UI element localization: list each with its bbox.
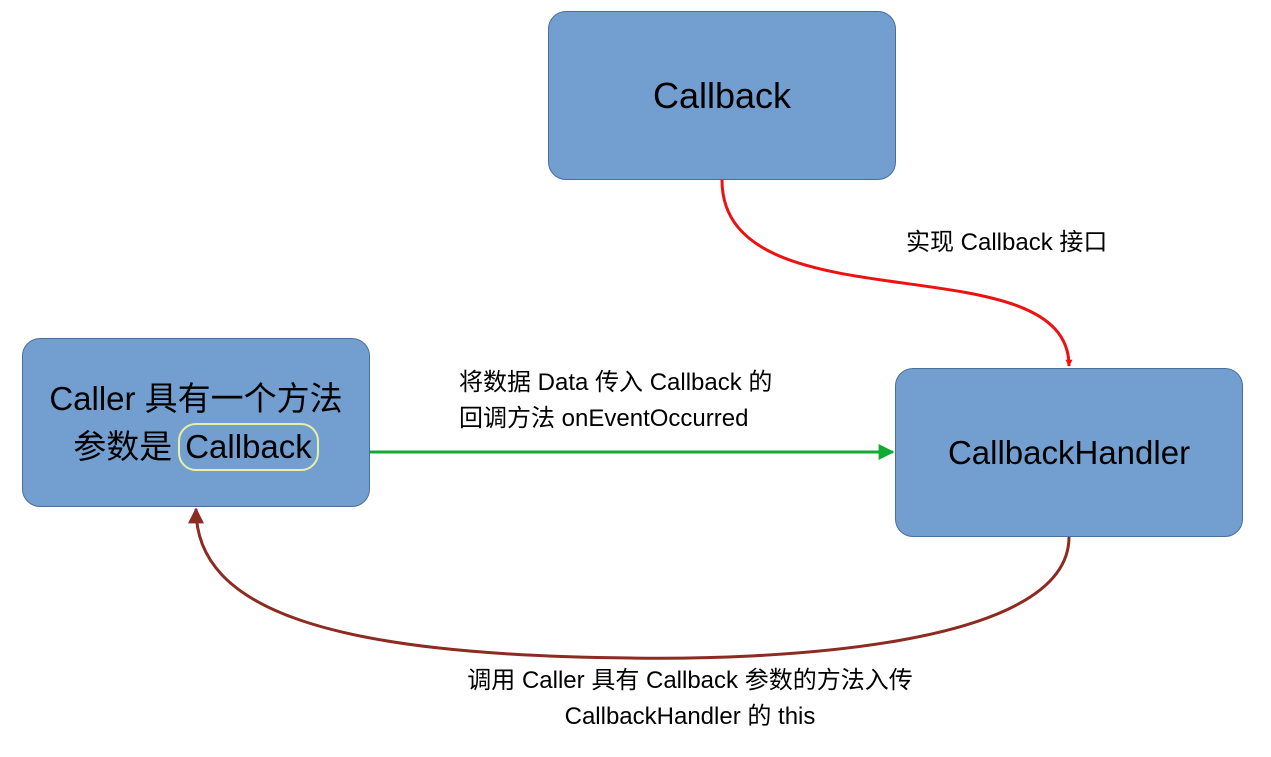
caller-line2: 参数是 Callback <box>73 422 319 471</box>
callback-interface-box: Callback <box>548 11 896 180</box>
pass-data-label-line1: 将数据 Data 传入 Callback 的 <box>459 369 773 396</box>
caller-param-callback: Callback <box>178 422 319 471</box>
pass-data-label-line2: 回调方法 onEventOccurred <box>459 405 749 432</box>
caller-box: Caller 具有一个方法 参数是 Callback <box>22 338 370 507</box>
callback-handler-box: CallbackHandler <box>895 368 1243 537</box>
implement-arrow <box>720 179 1073 367</box>
implement-label: 实现 Callback 接口 <box>906 229 1108 256</box>
invoke-label: 调用 Caller 具有 Callback 参数的方法入传 CallbackHa… <box>455 663 925 735</box>
invoke-label-line2: CallbackHandler 的 this <box>564 703 816 730</box>
caller-param-prefix: 参数是 <box>73 427 173 465</box>
callback-label: Callback <box>652 74 792 116</box>
caller-line1: Caller 具有一个方法 <box>49 379 343 417</box>
invoke-label-line1: 调用 Caller 具有 Callback 参数的方法入传 <box>467 667 913 694</box>
callback-handler-label: CallbackHandler <box>947 433 1191 471</box>
pass-data-label: 将数据 Data 传入 Callback 的 回调方法 onEventOccur… <box>459 365 772 437</box>
